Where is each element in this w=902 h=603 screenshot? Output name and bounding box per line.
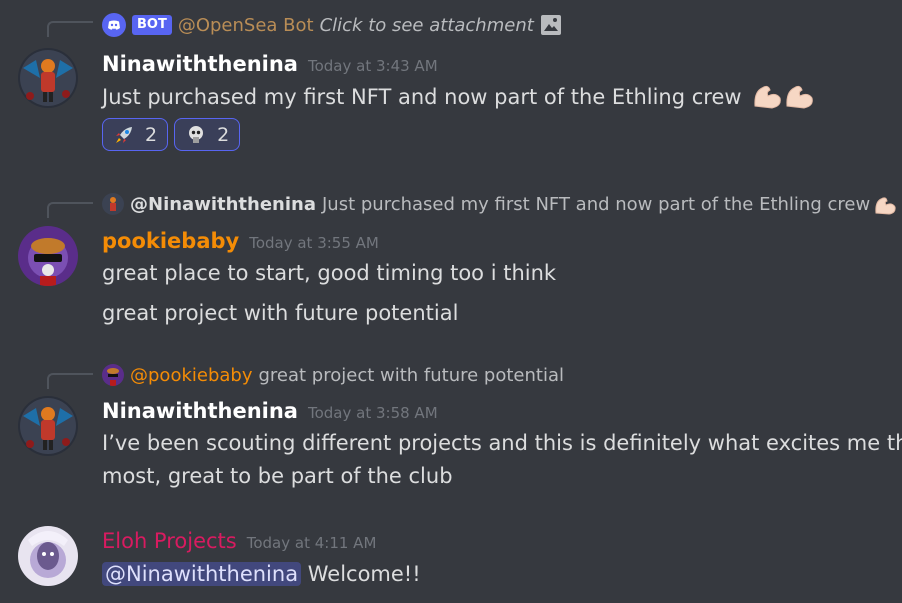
message-author[interactable]: Ninawiththenina Today at 3:58 AM bbox=[102, 399, 438, 425]
reply-preview[interactable]: BOT @OpenSea Bot Click to see attachment bbox=[102, 13, 562, 37]
reply-text[interactable]: Just purchased my first NFT and now part… bbox=[322, 194, 870, 215]
message-timestamp: Today at 3:43 AM bbox=[307, 57, 438, 75]
reaction-count: 2 bbox=[145, 123, 158, 146]
reply-spine bbox=[47, 202, 93, 218]
reply-author[interactable]: @Ninawiththenina bbox=[130, 194, 316, 215]
reply-avatar bbox=[102, 364, 124, 386]
reply-preview[interactable]: @pookiebaby great project with future po… bbox=[102, 363, 564, 387]
message-text: great place to start, good timing too i … bbox=[102, 261, 557, 285]
message-text: Just purchased my first NFT and now part… bbox=[102, 85, 742, 109]
author-name[interactable]: Ninawiththenina bbox=[102, 52, 298, 76]
message-text: I’ve been scouting different projects an… bbox=[102, 431, 902, 455]
flexed-biceps-icon bbox=[874, 193, 900, 215]
message-timestamp: Today at 4:11 AM bbox=[246, 534, 377, 552]
reply-spine bbox=[47, 373, 93, 389]
message-content: great project with future potential bbox=[102, 297, 458, 330]
chat-log: BOT @OpenSea Bot Click to see attachment… bbox=[0, 0, 902, 603]
skull-avatar-icon bbox=[185, 124, 207, 146]
message-author[interactable]: pookiebaby Today at 3:55 AM bbox=[102, 229, 379, 255]
message-content: Just purchased my first NFT and now part… bbox=[102, 80, 816, 120]
author-name[interactable]: Eloh Projects bbox=[102, 529, 237, 553]
reaction-bar: 2 2 bbox=[102, 118, 241, 151]
avatar[interactable] bbox=[18, 396, 78, 456]
author-name[interactable]: pookiebaby bbox=[102, 229, 239, 253]
user-mention[interactable]: @Ninawiththenina bbox=[102, 562, 302, 586]
message-content: I’ve been scouting different projects an… bbox=[102, 427, 902, 460]
message-text: most, great to be part of the club bbox=[102, 464, 453, 488]
reply-avatar bbox=[102, 193, 124, 215]
reply-spine bbox=[47, 21, 93, 37]
reaction-custom[interactable]: 2 bbox=[174, 118, 241, 151]
reaction-rocket[interactable]: 2 bbox=[102, 118, 169, 151]
rocket-icon bbox=[113, 124, 135, 146]
author-name[interactable]: Ninawiththenina bbox=[102, 399, 298, 423]
message-content: great place to start, good timing too i … bbox=[102, 257, 556, 290]
reply-preview[interactable]: @Ninawiththenina Just purchased my first… bbox=[102, 192, 902, 216]
reply-author[interactable]: @OpenSea Bot bbox=[178, 15, 314, 36]
message-content: @Ninawiththenina Welcome!! bbox=[102, 558, 421, 591]
reply-text[interactable]: Click to see attachment bbox=[320, 15, 534, 36]
message-timestamp: Today at 3:55 AM bbox=[249, 234, 379, 252]
avatar[interactable] bbox=[18, 226, 78, 286]
message-text: great project with future potential bbox=[102, 301, 459, 325]
avatar[interactable] bbox=[18, 526, 78, 586]
bot-badge: BOT bbox=[132, 15, 172, 35]
reply-author[interactable]: @pookiebaby bbox=[130, 365, 252, 386]
message-content: most, great to be part of the club bbox=[102, 460, 453, 493]
message-author[interactable]: Eloh Projects Today at 4:11 AM bbox=[102, 529, 376, 555]
discord-icon bbox=[102, 13, 126, 37]
avatar[interactable] bbox=[18, 48, 78, 108]
image-icon bbox=[540, 14, 562, 36]
message-text: Welcome!! bbox=[307, 562, 421, 586]
message-author[interactable]: Ninawiththenina Today at 3:43 AM bbox=[102, 52, 438, 78]
reaction-count: 2 bbox=[217, 123, 230, 146]
message-timestamp: Today at 3:58 AM bbox=[307, 404, 438, 422]
reply-text[interactable]: great project with future potential bbox=[258, 365, 564, 386]
flexed-biceps-icon bbox=[752, 80, 816, 120]
